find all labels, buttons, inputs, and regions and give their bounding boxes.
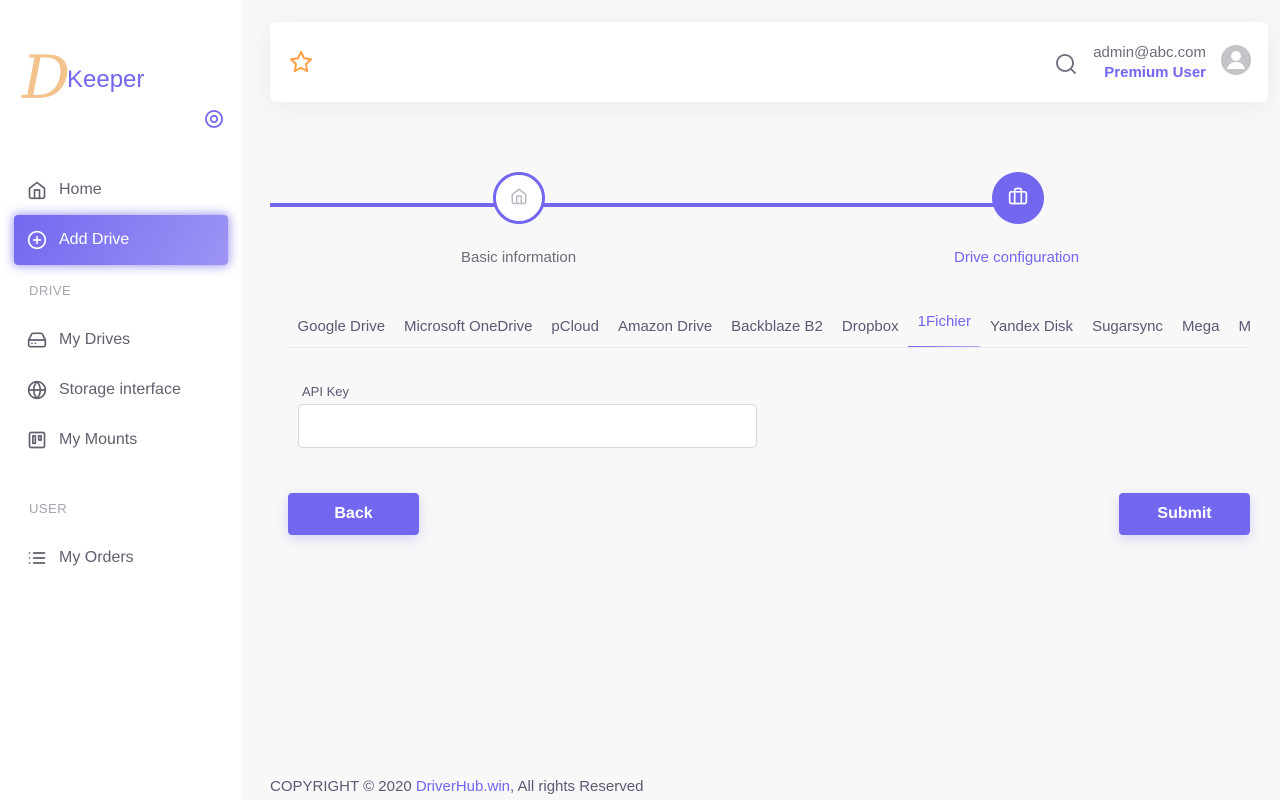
- nav-header-drive: DRIVE: [29, 282, 72, 298]
- sidebar-item-my-mounts[interactable]: My Mounts: [14, 415, 228, 465]
- search-icon[interactable]: [1054, 52, 1078, 76]
- tab-amazon-drive[interactable]: Amazon Drive: [608, 304, 721, 347]
- sidebar-item-home[interactable]: Home: [14, 165, 228, 215]
- user-role: Premium User: [1104, 64, 1206, 81]
- user-info[interactable]: admin@abc.com Premium User: [1093, 43, 1206, 83]
- home-icon: [510, 187, 528, 210]
- globe-icon: [27, 380, 47, 400]
- sidebar: D Keeper Home Add Drive DRIVE My Drives …: [0, 0, 242, 800]
- footer-copyright: COPYRIGHT © 2020: [270, 778, 416, 795]
- sidebar-item-label: My Mounts: [59, 431, 138, 448]
- api-key-input[interactable]: [298, 404, 757, 448]
- top-navbar: admin@abc.com Premium User: [270, 22, 1268, 102]
- sidebar-item-my-orders[interactable]: My Orders: [14, 533, 228, 583]
- star-icon[interactable]: [289, 50, 313, 74]
- sidebar-item-label: Storage interface: [59, 381, 181, 398]
- tab-backblaze-b2[interactable]: Backblaze B2: [722, 304, 833, 347]
- user-email: admin@abc.com: [1093, 44, 1206, 61]
- trello-icon: [27, 430, 47, 450]
- sidebar-item-label: Home: [59, 181, 102, 198]
- avatar[interactable]: [1220, 41, 1252, 79]
- tab-dropbox[interactable]: Dropbox: [832, 304, 908, 347]
- stepper: Basic information Drive configuration: [270, 170, 1268, 270]
- provider-tabs: Google Drive Microsoft OneDrive pCloud A…: [288, 304, 1250, 348]
- sidebar-item-label: Add Drive: [59, 231, 130, 248]
- step-basic-information[interactable]: [493, 172, 545, 224]
- tab-sugarsync[interactable]: Sugarsync: [1083, 304, 1173, 347]
- step-drive-configuration[interactable]: [992, 172, 1044, 224]
- sidebar-nav: Home Add Drive DRIVE My Drives Storage i…: [14, 165, 228, 583]
- brand-name: Keeper: [67, 66, 145, 93]
- collapse-toggle-icon[interactable]: [204, 109, 224, 129]
- briefcase-icon: [1008, 186, 1028, 211]
- step-label-basic-information: Basic information: [461, 249, 577, 266]
- sidebar-item-label: My Drives: [59, 331, 131, 348]
- list-icon: [27, 548, 47, 568]
- footer: COPYRIGHT © 2020 DriverHub.win, All righ…: [270, 778, 643, 795]
- tab-yandex-disk[interactable]: Yandex Disk: [980, 304, 1082, 347]
- sidebar-item-label: My Orders: [59, 549, 134, 566]
- api-key-label: API Key: [302, 384, 349, 399]
- tab-mail[interactable]: Mail.: [1229, 304, 1250, 347]
- home-icon: [27, 180, 47, 200]
- sidebar-item-storage-interface[interactable]: Storage interface: [14, 365, 228, 415]
- submit-button[interactable]: Submit: [1119, 493, 1250, 535]
- stepper-line: [270, 203, 1005, 207]
- plus-circle-icon: [27, 230, 47, 250]
- sidebar-item-add-drive[interactable]: Add Drive: [14, 215, 228, 265]
- brand-logo: D: [22, 43, 71, 113]
- footer-suffix: , All rights Reserved: [510, 778, 644, 795]
- tab-pcloud[interactable]: pCloud: [542, 304, 609, 347]
- tab-google-drive[interactable]: Google Drive: [288, 304, 395, 347]
- hard-drive-icon: [27, 330, 47, 350]
- tab-1fichier[interactable]: 1Fichier: [908, 304, 981, 347]
- nav-header-user: USER: [29, 500, 68, 516]
- footer-link[interactable]: DriverHub.win: [416, 778, 510, 795]
- brand[interactable]: D Keeper: [22, 42, 222, 122]
- step-label-drive-configuration: Drive configuration: [954, 249, 1080, 266]
- tab-microsoft-onedrive[interactable]: Microsoft OneDrive: [395, 304, 542, 347]
- back-button[interactable]: Back: [288, 493, 419, 535]
- sidebar-item-my-drives[interactable]: My Drives: [14, 315, 228, 365]
- tab-mega[interactable]: Mega: [1172, 304, 1229, 347]
